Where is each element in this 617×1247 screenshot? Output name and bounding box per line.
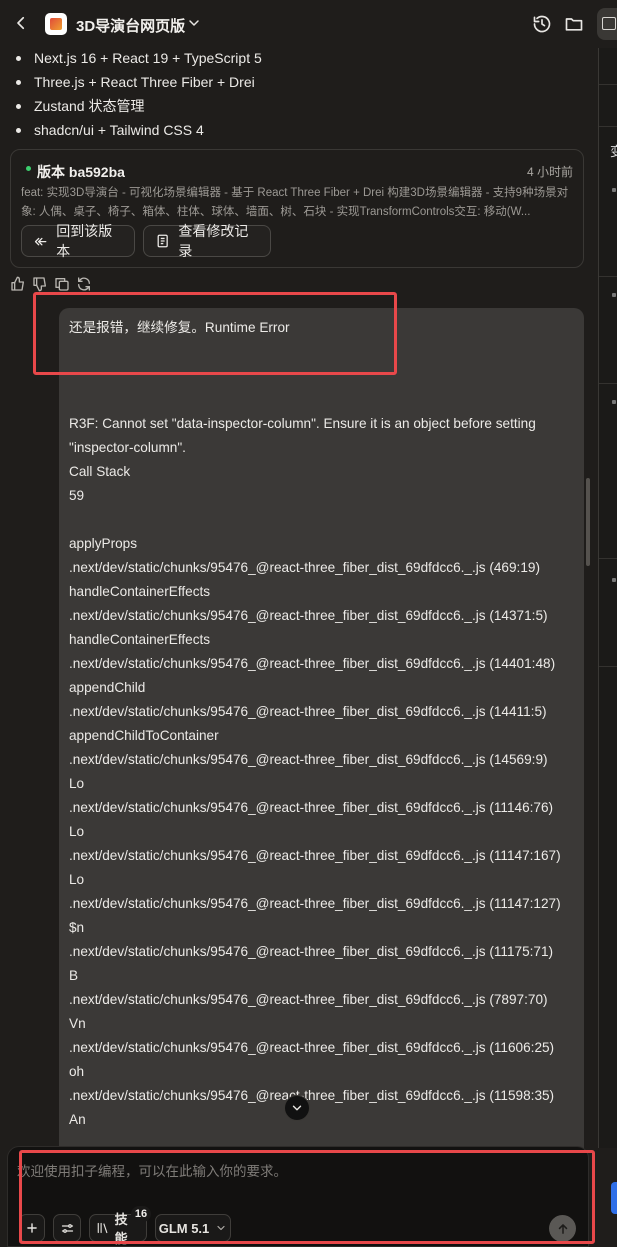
version-title: 版本 ba592ba [37,164,125,180]
back-icon[interactable] [12,14,30,32]
user-message-text: 还是报错，继续修复。Runtime Error R3F: Cannot set … [69,320,561,1127]
list-item: Next.js 16 + React 19 + TypeScript 5 [12,46,592,70]
add-attachment-button[interactable] [19,1214,45,1242]
document-icon [157,234,168,248]
tech-stack-list: Next.js 16 + React 19 + TypeScript 5 Thr… [12,46,592,142]
panel-tab-toggle[interactable] [597,8,617,40]
rollback-button[interactable]: 回到该版本 [21,223,135,259]
chevron-down-icon [217,1225,225,1231]
copy-icon[interactable] [54,276,70,292]
model-label: GLM 5.1 [158,1220,210,1236]
status-dot [26,166,31,171]
plus-icon [27,1223,37,1233]
folder-icon[interactable] [564,14,584,34]
side-action-button[interactable] [611,1182,617,1214]
app-logo [45,13,67,35]
scrollbar-thumb[interactable] [586,478,590,566]
view-changes-button[interactable]: 查看修改记录 [143,223,271,259]
top-bar: 3D导演台网页版 [0,0,617,48]
app-title[interactable]: 3D导演台网页版 [76,15,185,36]
user-message-bubble: 还是报错，继续修复。Runtime Error R3F: Cannot set … [59,308,584,1148]
view-changes-label: 查看修改记录 [178,223,249,259]
list-item: Zustand 状态管理 [12,94,592,118]
chevron-down-icon[interactable] [186,15,202,31]
version-card: 版本 ba592ba 4 小时前 feat: 实现3D导演台 - 可视化场景编辑… [10,149,584,268]
side-panel-text: 变 [610,144,617,159]
send-button[interactable] [549,1215,576,1242]
rollback-label: 回到该版本 [56,223,113,259]
refresh-icon[interactable] [76,276,92,292]
settings-sliders-icon [61,1223,73,1233]
settings-button[interactable] [53,1214,81,1242]
chat-input-placeholder[interactable]: 欢迎使用扣子编程，可以在此输入你的要求。 [17,1160,287,1180]
thumbs-up-icon[interactable] [10,276,26,292]
history-icon[interactable] [532,14,552,34]
send-arrow-up-icon [558,1223,567,1234]
model-selector[interactable]: GLM 5.1 [155,1214,231,1242]
list-item: Three.js + React Three Fiber + Drei [12,70,592,94]
arrow-down-icon [292,1105,302,1111]
version-timestamp: 4 小时前 [526,165,573,179]
list-item: shadcn/ui + Tailwind CSS 4 [12,118,592,142]
rollback-icon [34,237,47,246]
skills-count-badge: 16 [131,1206,151,1222]
skills-icon [97,1222,108,1234]
thumbs-down-icon[interactable] [32,276,48,292]
version-description: feat: 实现3D导演台 - 可视化场景编辑器 - 基于 React Thre… [21,187,569,218]
scroll-to-bottom-button[interactable] [284,1095,310,1121]
side-panel: 变 [598,48,617,1148]
